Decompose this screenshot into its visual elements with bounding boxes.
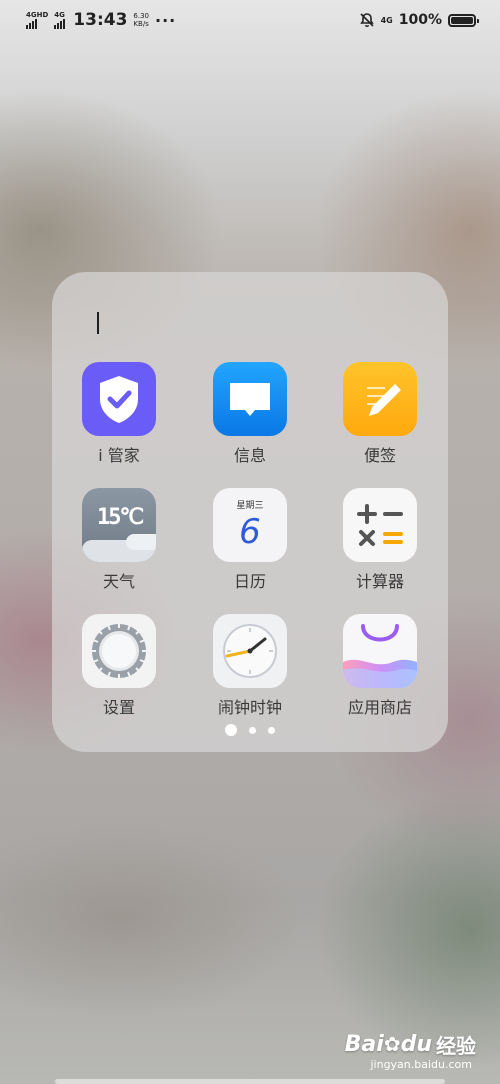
calendar-icon: 星期三 6 (213, 488, 287, 562)
bell-muted-icon (359, 13, 374, 27)
watermark-product: 经验 (436, 1034, 476, 1058)
watermark-brand: Bai✿du (344, 1032, 432, 1057)
signal-bars-icon (26, 19, 37, 29)
speed-unit: KB/s (133, 20, 149, 28)
folder-name-input[interactable] (97, 312, 99, 334)
app-store[interactable]: 应用商店 (325, 614, 435, 718)
app-messages[interactable]: 信息 (195, 362, 305, 466)
status-left: 4GHD 4G 13:43 6.30 KB/s ··· (26, 10, 176, 30)
calculator-icon (343, 488, 417, 562)
app-notes[interactable]: 便签 (325, 362, 435, 466)
page-dot[interactable] (268, 726, 275, 734)
app-weather[interactable]: 15℃ 天气 (64, 488, 174, 592)
network-type-2: 4G (54, 11, 65, 19)
app-folder: i 管家 信息 便签 15℃ 天气 星期三 6 日历 计算器 设置 闹钟时钟 应… (52, 272, 448, 752)
network-type-1: 4GHD (26, 11, 49, 19)
shield-check-icon (82, 362, 156, 436)
app-settings[interactable]: 设置 (64, 614, 174, 718)
page-dot[interactable] (249, 726, 256, 734)
signal-1: 4GHD (26, 11, 48, 29)
battery-icon (448, 13, 479, 27)
app-label: 应用商店 (347, 698, 412, 717)
battery-percent: 100% (398, 12, 442, 28)
app-calendar[interactable]: 星期三 6 日历 (195, 488, 305, 592)
page-indicator (52, 724, 448, 736)
signal-bars-icon (54, 19, 66, 29)
status-right: 4G 100% (359, 12, 479, 28)
message-icon (213, 362, 287, 436)
clock-icon (213, 614, 287, 688)
baidu-jingyan-watermark: Bai✿du 经验 (345, 1030, 476, 1059)
watermark-url: jingyan.baidu.com (370, 1058, 472, 1071)
network-speed: 6.30 KB/s (133, 12, 149, 28)
app-i-manager[interactable]: i 管家 (64, 362, 174, 466)
app-label: 设置 (102, 698, 135, 717)
more-notifications-icon: ··· (155, 10, 177, 30)
app-label: 信息 (233, 446, 266, 465)
weather-icon: 15℃ (82, 488, 156, 562)
battery-fill (451, 16, 473, 24)
app-calculator[interactable]: 计算器 (325, 488, 435, 592)
calendar-weekday: 星期三 (236, 501, 264, 511)
app-label: 便签 (363, 446, 396, 465)
app-label: i 管家 (98, 446, 140, 465)
status-bar: 4GHD 4G 13:43 6.30 KB/s ··· 4G 100% (0, 0, 500, 40)
paw-icon: ✿ (383, 1032, 401, 1056)
page-dot-active[interactable] (225, 724, 237, 736)
app-label: 计算器 (355, 572, 404, 591)
clock-time: 13:43 (73, 10, 128, 30)
weather-temp: 15℃ (97, 505, 144, 530)
store-bag-icon (343, 614, 417, 688)
bottom-strip (55, 1079, 445, 1084)
signal-2: 4G (54, 11, 66, 29)
gear-icon (82, 614, 156, 688)
app-label: 天气 (102, 572, 135, 591)
app-label: 日历 (233, 572, 266, 591)
notes-pen-icon (343, 362, 417, 436)
speed-value: 6.30 (133, 12, 150, 20)
app-label: 闹钟时钟 (217, 698, 282, 717)
calendar-day: 6 (239, 512, 261, 552)
network-type-3: 4G (380, 15, 393, 25)
app-clock[interactable]: 闹钟时钟 (195, 614, 305, 718)
